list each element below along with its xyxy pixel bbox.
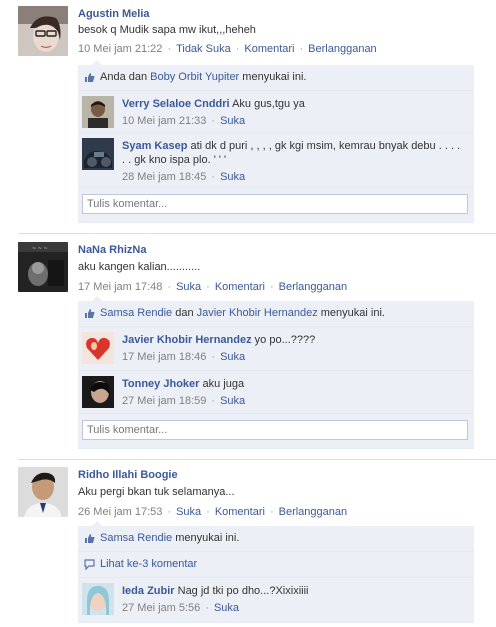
post-message: besok q Mudik sapa mw ikut,,,heheh	[78, 24, 256, 36]
liker-link[interactable]: Samsa Rendie	[100, 532, 172, 544]
post-meta: 17 Mei jam 17:48 · Suka · Komentari · Berlangg…	[78, 281, 348, 293]
subscribe-link[interactable]: Berlangganan	[279, 281, 348, 293]
view-all-comments-link[interactable]: Lihat ke-3 komentar	[78, 551, 474, 577]
comment-like-link[interactable]: Suka	[220, 171, 245, 183]
like-link[interactable]: Suka	[176, 281, 201, 293]
comment-link[interactable]: Komentari	[215, 281, 265, 293]
liker-link[interactable]: Samsa Rendie	[100, 307, 172, 319]
comment-like-link[interactable]: Suka	[220, 351, 245, 363]
unlike-link[interactable]: Tidak Suka	[176, 43, 231, 55]
comment: Syam Kasep ati dk d puri , , , , gk kgi …	[78, 132, 474, 187]
post-timestamp[interactable]: 17 Mei jam 17:48	[78, 281, 162, 293]
post-author[interactable]: Agustin Melia	[78, 8, 150, 20]
comment-timestamp[interactable]: 17 Mei jam 18:46	[122, 351, 206, 363]
likes-sentence: Anda dan Boby Orbit Yupiter menyukai ini…	[78, 65, 474, 90]
post-meta: 26 Mei jam 17:53 · Suka · Komentari · Berlangg…	[78, 506, 348, 518]
comment-like-link[interactable]: Suka	[220, 395, 245, 407]
commenter-avatar[interactable]	[82, 96, 114, 128]
commenter-avatar[interactable]	[82, 583, 114, 615]
comment-link[interactable]: Komentari	[215, 506, 265, 518]
divider	[18, 233, 496, 234]
comment: Ieda Zubir Nag jd tki po dho...?Xixixiii…	[78, 577, 474, 622]
post-timestamp[interactable]: 10 Mei jam 21:22	[78, 43, 162, 55]
commenter-name[interactable]: Syam Kasep	[122, 140, 187, 152]
comment-text: Nag jd tki po dho...?Xixixiiii	[177, 585, 309, 597]
comment-input[interactable]: Tulis komentar...	[82, 420, 468, 440]
avatar[interactable]	[18, 467, 68, 517]
divider	[18, 459, 496, 460]
post-meta: 10 Mei jam 21:22 · Tidak Suka · Komentari · Be…	[78, 43, 377, 55]
comment-input[interactable]: Tulis komentar...	[82, 194, 468, 214]
comment-composer: Tulis komentar...	[78, 413, 474, 448]
thumbs-up-icon	[85, 73, 95, 82]
post-author[interactable]: Ridho Illahi Boogie	[78, 469, 178, 481]
svg-text:~ ~ ~: ~ ~ ~	[32, 246, 48, 252]
comment-like-link[interactable]: Suka	[220, 115, 245, 127]
comment-timestamp[interactable]: 10 Mei jam 21:33	[122, 115, 206, 127]
comment-text: aku juga	[202, 378, 245, 390]
comment: Javier Khobir Hernandez yo po...???? 17 …	[78, 326, 474, 370]
comment-timestamp[interactable]: 27 Mei jam 18:59	[122, 395, 206, 407]
comment-like-link[interactable]: Suka	[214, 602, 239, 614]
comment-timestamp[interactable]: 28 Mei jam 18:45	[122, 171, 206, 183]
commenter-avatar[interactable]	[82, 138, 114, 170]
commenter-avatar[interactable]	[82, 332, 114, 364]
subscribe-link[interactable]: Berlangganan	[279, 506, 348, 518]
post-message: aku kangen kalian...........	[78, 261, 201, 273]
comment-text: Aku gus,tgu ya	[232, 98, 305, 110]
commenter-name[interactable]: Verry Selaloe Cnddri	[122, 98, 230, 110]
post-timestamp[interactable]: 26 Mei jam 17:53	[78, 506, 162, 518]
comment-link[interactable]: Komentari	[244, 43, 294, 55]
thumbs-up-icon	[85, 534, 95, 543]
avatar[interactable]: ~ ~ ~	[18, 242, 68, 292]
comment: Tonney Jhoker aku juga 27 Mei jam 18:59 ·…	[78, 370, 474, 413]
liker-link[interactable]: Boby Orbit Yupiter	[150, 71, 239, 83]
likes-sentence: Samsa Rendie dan Javier Khobir Hernandez…	[78, 301, 474, 326]
liker-link[interactable]: Javier Khobir Hernandez	[197, 307, 318, 319]
commenter-name[interactable]: Ieda Zubir	[122, 585, 175, 597]
comment-bubble-icon	[84, 559, 95, 570]
commenter-name[interactable]: Tonney Jhoker	[122, 378, 199, 390]
likes-sentence: Samsa Rendie menyukai ini.	[78, 526, 474, 551]
thumbs-up-icon	[85, 309, 95, 318]
comment: Verry Selaloe Cnddri Aku gus,tgu ya 10 M…	[78, 90, 474, 132]
commenter-name[interactable]: Javier Khobir Hernandez	[122, 334, 252, 346]
commenter-avatar[interactable]	[82, 376, 114, 408]
comment-composer: Tulis komentar...	[78, 187, 474, 222]
comment-timestamp[interactable]: 27 Mei jam 5:56	[122, 602, 200, 614]
like-link[interactable]: Suka	[176, 506, 201, 518]
subscribe-link[interactable]: Berlangganan	[308, 43, 377, 55]
post-message: Aku pergi bkan tuk selamanya...	[78, 486, 235, 498]
post-author[interactable]: NaNa RhizNa	[78, 244, 146, 256]
comment-text: yo po...????	[254, 334, 316, 346]
avatar[interactable]	[18, 6, 68, 56]
